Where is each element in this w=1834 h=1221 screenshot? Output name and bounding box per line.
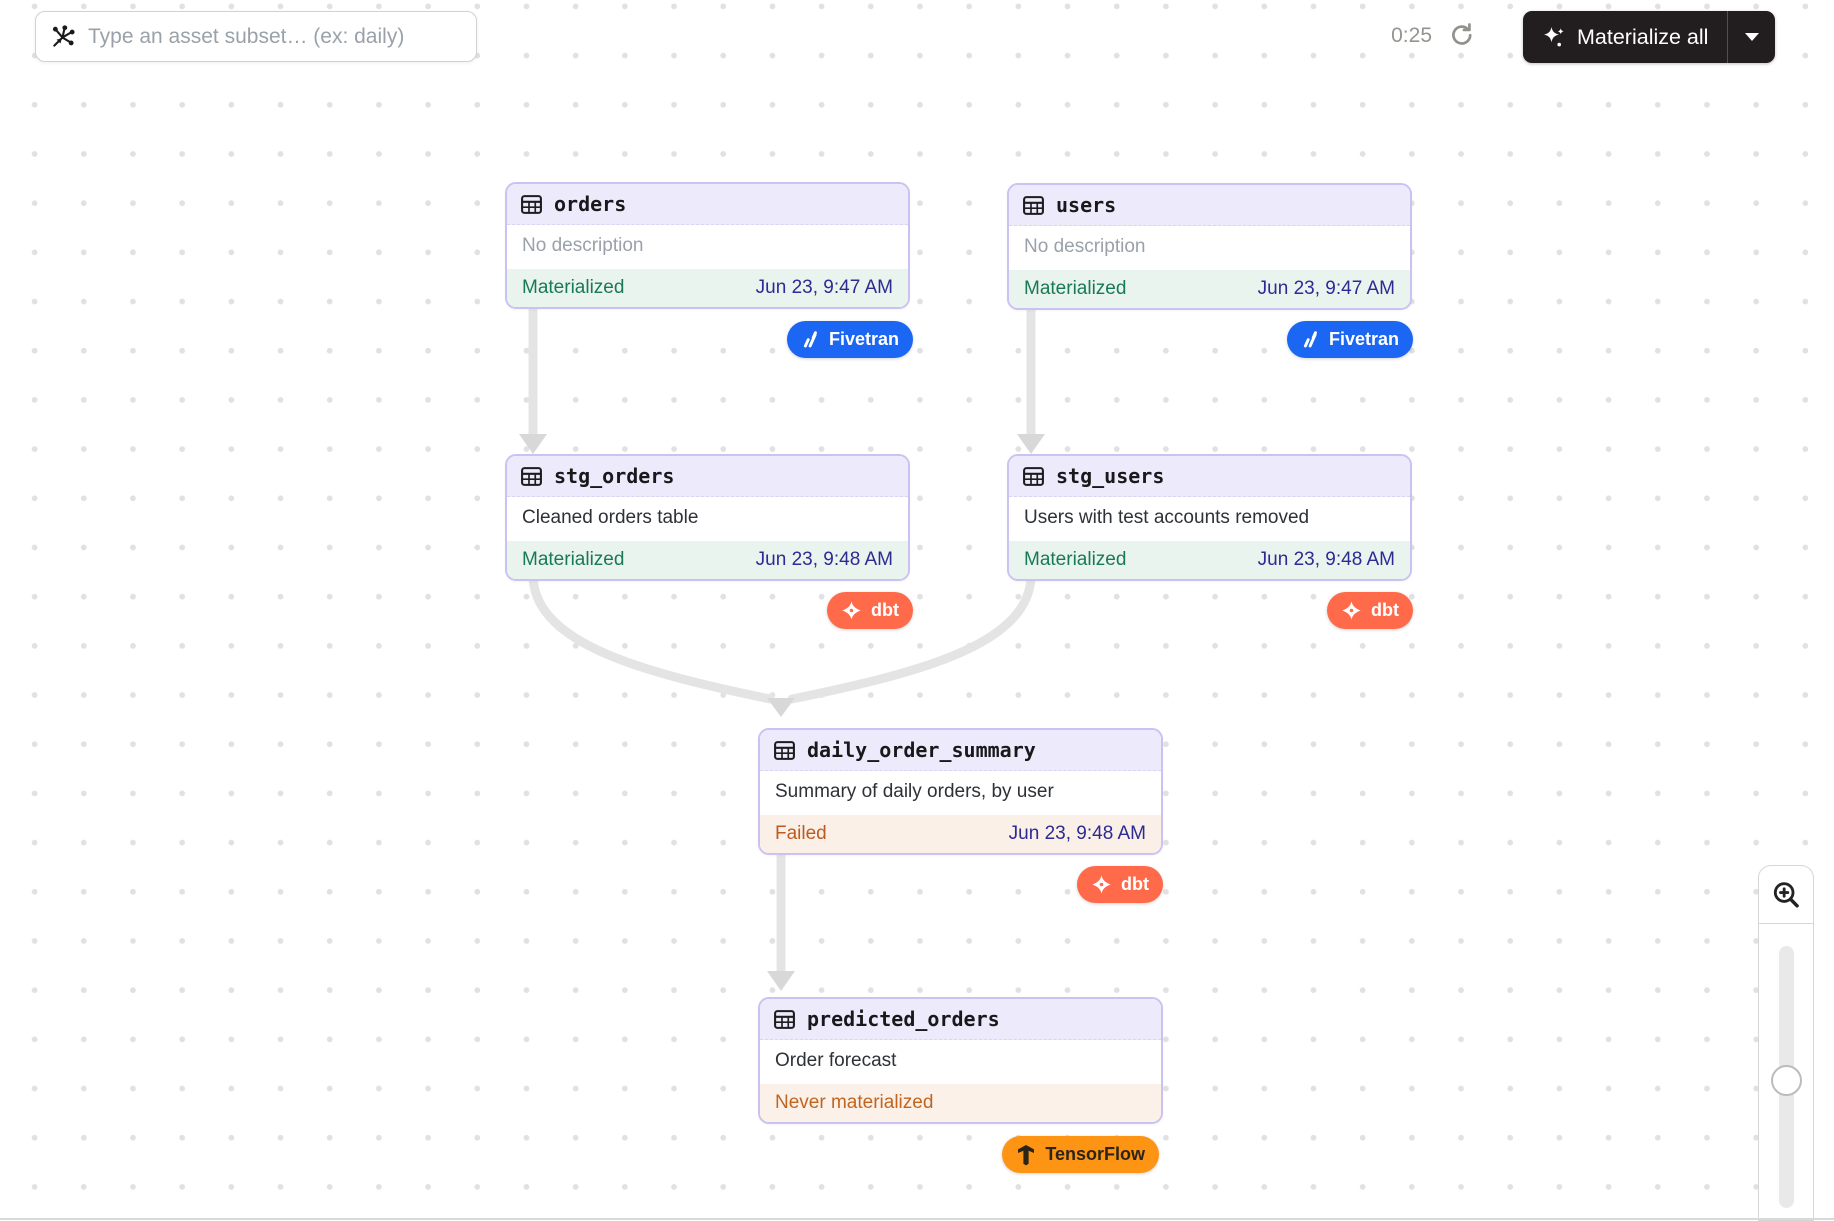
asset-node-header: daily_order_summary (760, 730, 1161, 771)
badge-label: Fivetran (829, 329, 899, 350)
compute-kind-badge-dbt[interactable]: dbt (827, 592, 913, 629)
table-icon (1022, 465, 1045, 488)
compute-kind-badge-tensorflow[interactable]: TensorFlow (1002, 1136, 1159, 1173)
status-timestamp: Jun 23, 9:48 AM (1009, 823, 1146, 845)
asset-node-users[interactable]: users No description Materialized Jun 23… (1007, 183, 1412, 310)
asset-lineage-canvas: { "toolbar": { "search_placeholder": "Ty… (0, 0, 1834, 1220)
status-timestamp: Jun 23, 9:48 AM (756, 549, 893, 571)
asset-status-row: Materialized Jun 23, 9:48 AM (507, 541, 908, 579)
asset-status-row: Materialized Jun 23, 9:48 AM (1009, 541, 1410, 579)
zoom-slider[interactable] (1758, 924, 1814, 1221)
badge-label: TensorFlow (1045, 1144, 1145, 1165)
table-icon (520, 193, 543, 216)
asset-name: users (1056, 193, 1116, 217)
refresh-button[interactable] (1447, 21, 1477, 51)
compute-kind-badge-fivetran[interactable]: Fivetran (1287, 321, 1413, 358)
dbt-icon (1341, 600, 1362, 621)
badge-label: Fivetran (1329, 329, 1399, 350)
status-label: Failed (775, 823, 827, 845)
asset-node-stg-users[interactable]: stg_users Users with test accounts remov… (1007, 454, 1412, 581)
asset-description: Users with test accounts removed (1009, 497, 1410, 541)
badge-label: dbt (1121, 874, 1149, 895)
chevron-down-icon (1745, 33, 1759, 41)
compute-kind-badge-dbt[interactable]: dbt (1077, 866, 1163, 903)
fivetran-icon (1301, 330, 1320, 349)
asset-node-orders[interactable]: orders No description Materialized Jun 2… (505, 182, 910, 309)
zoom-in-button[interactable] (1758, 865, 1814, 924)
asset-node-header: orders (507, 184, 908, 225)
status-label: Materialized (1024, 278, 1126, 300)
badge-label: dbt (1371, 600, 1399, 621)
asset-status-row: Materialized Jun 23, 9:47 AM (1009, 270, 1410, 308)
table-icon (773, 1008, 796, 1031)
status-timestamp: Jun 23, 9:47 AM (756, 277, 893, 299)
asset-node-header: stg_orders (507, 456, 908, 497)
status-label: Materialized (1024, 549, 1126, 571)
asset-node-stg-orders[interactable]: stg_orders Cleaned orders table Material… (505, 454, 910, 581)
asset-subset-search (35, 11, 477, 62)
tensorflow-icon (1016, 1144, 1036, 1166)
asset-description: No description (507, 225, 908, 269)
badge-label: dbt (871, 600, 899, 621)
status-timestamp: Jun 23, 9:48 AM (1258, 549, 1395, 571)
table-icon (520, 465, 543, 488)
status-label: Materialized (522, 549, 624, 571)
dbt-icon (841, 600, 862, 621)
compute-kind-badge-fivetran[interactable]: Fivetran (787, 321, 913, 358)
asset-description: Summary of daily orders, by user (760, 771, 1161, 815)
asset-status-row: Never materialized (760, 1084, 1161, 1122)
zoom-slider-thumb[interactable] (1771, 1065, 1802, 1096)
asset-name: predicted_orders (807, 1007, 1000, 1031)
asset-status-row: Materialized Jun 23, 9:47 AM (507, 269, 908, 307)
sparkle-icon (1542, 25, 1566, 49)
materialize-all-label: Materialize all (1577, 25, 1708, 50)
materialize-options-button[interactable] (1728, 11, 1775, 63)
status-timestamp: Jun 23, 9:47 AM (1258, 278, 1395, 300)
asset-description: Order forecast (760, 1040, 1161, 1084)
asset-node-daily-order-summary[interactable]: daily_order_summary Summary of daily ord… (758, 728, 1163, 855)
canvas-zoom-control (1758, 865, 1814, 1221)
asset-node-header: predicted_orders (760, 999, 1161, 1040)
asset-node-predicted-orders[interactable]: predicted_orders Order forecast Never ma… (758, 997, 1163, 1124)
search-input[interactable] (88, 25, 468, 49)
asset-description: No description (1009, 226, 1410, 270)
asset-node-header: users (1009, 185, 1410, 226)
refresh-icon (1448, 21, 1476, 49)
asset-name: stg_orders (554, 464, 674, 488)
refresh-timer: 0:25 (1352, 24, 1432, 48)
asset-name: orders (554, 192, 626, 216)
materialize-all-button-group: Materialize all (1523, 11, 1775, 63)
status-label: Materialized (522, 277, 624, 299)
table-icon (1022, 194, 1045, 217)
asset-status-row: Failed Jun 23, 9:48 AM (760, 815, 1161, 853)
asset-description: Cleaned orders table (507, 497, 908, 541)
asset-name: stg_users (1056, 464, 1164, 488)
asset-name: daily_order_summary (807, 738, 1036, 762)
status-label: Never materialized (775, 1092, 933, 1114)
compute-kind-badge-dbt[interactable]: dbt (1327, 592, 1413, 629)
fivetran-icon (801, 330, 820, 349)
table-icon (773, 739, 796, 762)
dbt-icon (1091, 874, 1112, 895)
asset-node-header: stg_users (1009, 456, 1410, 497)
asset-graph-icon (49, 23, 76, 50)
zoom-in-icon (1770, 879, 1802, 911)
materialize-all-button[interactable]: Materialize all (1523, 11, 1727, 63)
